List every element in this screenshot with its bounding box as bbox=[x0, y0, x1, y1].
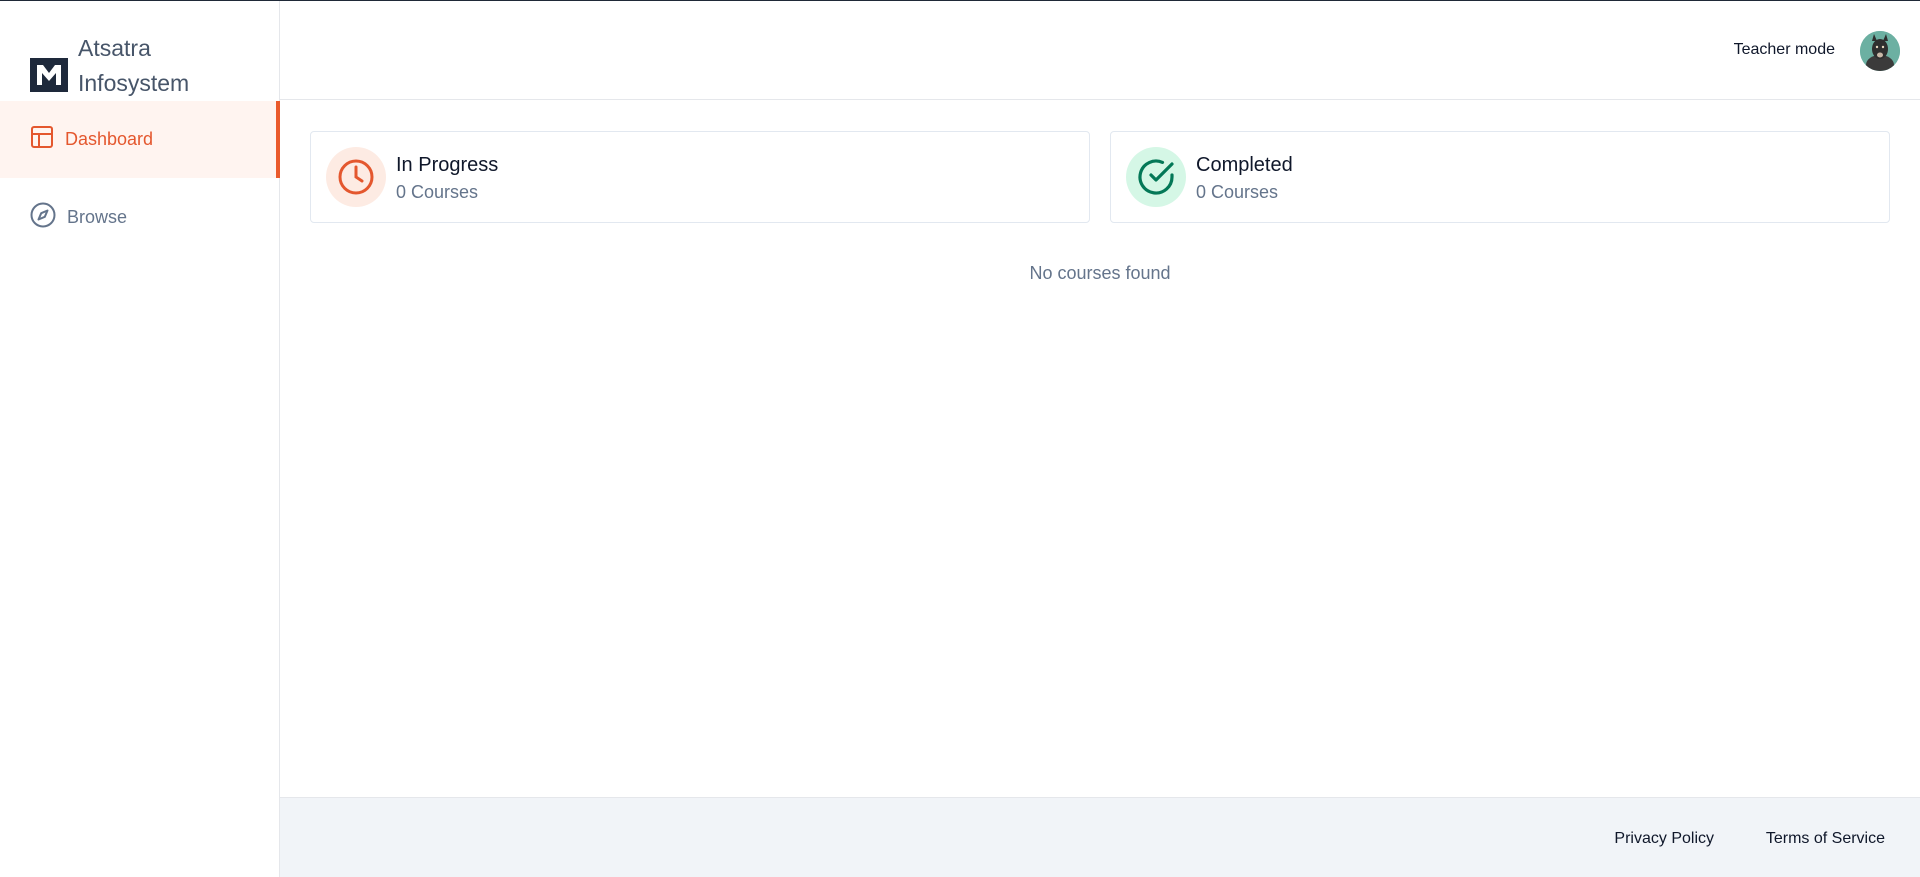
top-header: Teacher mode bbox=[280, 1, 1920, 100]
teacher-mode-button[interactable]: Teacher mode bbox=[1734, 41, 1835, 59]
sidebar-item-label: Dashboard bbox=[65, 129, 154, 149]
clock-icon bbox=[326, 147, 386, 207]
in-progress-card[interactable]: In Progress 0 Courses bbox=[310, 131, 1090, 223]
sidebar-item-label: Browse bbox=[67, 207, 128, 227]
compass-icon bbox=[30, 202, 56, 233]
completed-card[interactable]: Completed 0 Courses bbox=[1110, 131, 1890, 223]
footer: Privacy Policy Terms of Service bbox=[280, 797, 1920, 877]
terms-of-service-link[interactable]: Terms of Service bbox=[1766, 830, 1885, 848]
layout-icon bbox=[30, 125, 54, 154]
card-title: In Progress bbox=[396, 154, 499, 176]
brand-name: Atsatra Infosystem bbox=[78, 35, 190, 96]
card-title: Completed bbox=[1196, 154, 1293, 176]
sidebar-item-dashboard[interactable]: Dashboard bbox=[0, 101, 280, 178]
brand-logo-icon bbox=[30, 58, 68, 92]
check-circle-icon bbox=[1126, 147, 1186, 207]
card-count: 0 Courses bbox=[1196, 182, 1279, 202]
sidebar: Atsatra Infosystem Dashboard Browse bbox=[0, 1, 280, 877]
user-avatar[interactable] bbox=[1860, 31, 1900, 71]
privacy-policy-link[interactable]: Privacy Policy bbox=[1614, 830, 1714, 848]
card-count: 0 Courses bbox=[396, 182, 479, 202]
empty-state-message: No courses found bbox=[1029, 263, 1171, 283]
sidebar-item-browse[interactable]: Browse bbox=[0, 179, 280, 256]
brand[interactable]: Atsatra Infosystem bbox=[30, 31, 228, 101]
